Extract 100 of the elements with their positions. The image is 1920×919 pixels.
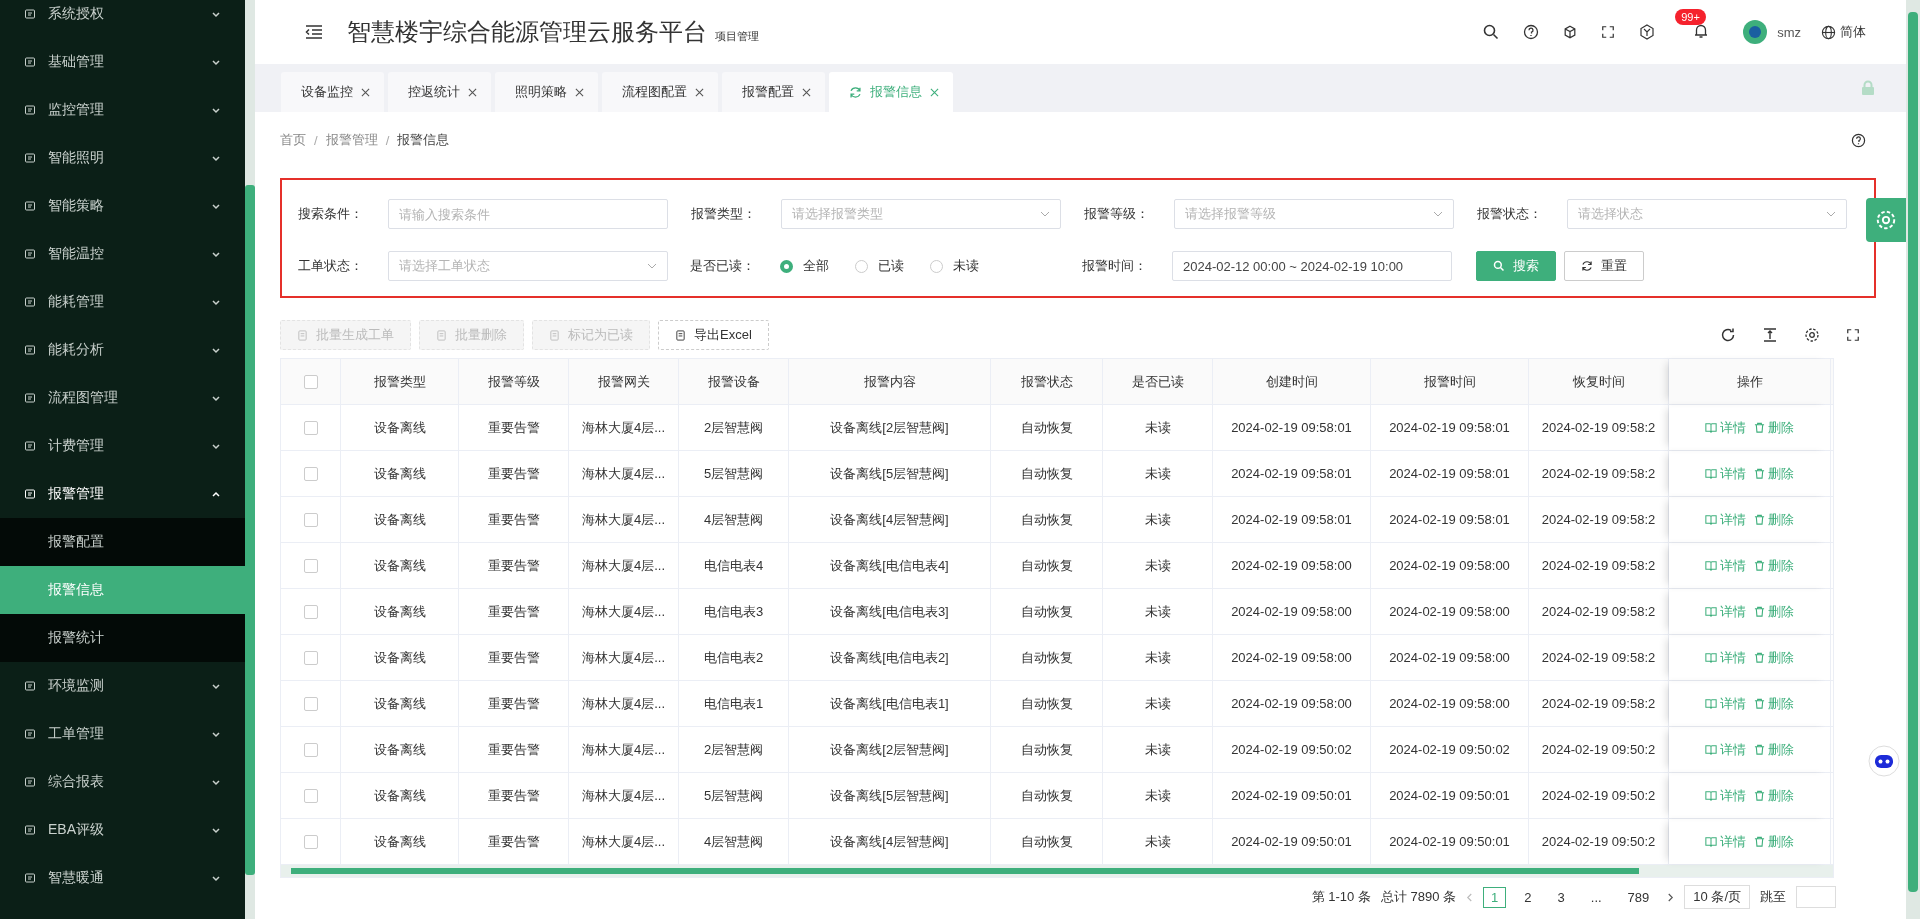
radio-option[interactable]: 已读 [855,257,904,275]
search-icon[interactable] [1483,24,1500,40]
page-button[interactable]: ... [1582,886,1610,908]
close-icon[interactable] [802,87,811,97]
trash-icon [1754,652,1765,663]
fullscreen-icon[interactable] [1846,328,1860,342]
page-button[interactable]: 789 [1619,886,1658,908]
cube-icon[interactable] [1563,25,1578,39]
menu-icon [24,104,36,116]
tab[interactable]: 设备监控 [281,72,384,112]
chat-robot-icon[interactable] [1868,745,1900,777]
menu-item[interactable]: 工单管理 [0,710,245,758]
row-checkbox[interactable] [303,512,318,527]
menu-item[interactable]: 智能温控 [0,230,245,278]
menu-item[interactable]: 智能照明 [0,134,245,182]
close-icon[interactable] [361,87,370,97]
menu-item[interactable]: 综合报表 [0,758,245,806]
select-all-checkbox[interactable] [303,374,318,389]
avatar-icon[interactable] [1743,20,1768,44]
menu-item[interactable]: 报警管理 [0,470,245,518]
menu-item[interactable]: EBA评级 [0,806,245,854]
row-checkbox[interactable] [303,420,318,435]
hexagon-icon[interactable] [1639,24,1656,40]
submenu-item[interactable]: 报警统计 [0,614,245,662]
page-button[interactable]: 3 [1549,886,1573,908]
menu-item[interactable]: 流程图管理 [0,374,245,422]
breadcrumb-link[interactable]: 报警管理 [325,131,378,149]
table-cell: 2024-02-19 09:58:00 [1213,635,1371,680]
radio-option[interactable]: 全部 [780,257,829,275]
user-name[interactable]: smz [1777,24,1801,40]
refresh-icon[interactable] [1720,327,1736,343]
language-label[interactable]: 简体 [1840,23,1866,41]
column-header: 报警类型 [341,359,459,404]
table-cell: 4层智慧阀 [679,819,789,864]
menu-item[interactable]: 基础管理 [0,38,245,86]
page-size-select[interactable]: 10 条/页 [1684,885,1750,909]
settings-icon[interactable] [1804,327,1820,343]
help-icon[interactable] [1523,24,1540,40]
table-cell: 重要告警 [459,405,569,450]
menu-item[interactable]: 智慧暖通 [0,854,245,902]
menu-item[interactable]: 智能策略 [0,182,245,230]
sidebar-scrollbar[interactable] [245,0,255,919]
page-scrollbar[interactable] [1906,0,1920,919]
search-field[interactable]: 请输入搜索条件 [388,199,668,229]
toolbar-button[interactable]: 导出Excel [658,320,769,350]
table-cell: 设备离线 [341,543,459,588]
menu-item[interactable]: 能耗分析 [0,326,245,374]
row-checkbox[interactable] [303,834,318,849]
radio-option[interactable]: 未读 [930,257,979,275]
chevron-icon [211,777,221,787]
menu-item[interactable]: 能耗管理 [0,278,245,326]
reset-button[interactable]: 重置 [1564,251,1644,281]
table-cell: 未读 [1103,819,1213,864]
menu-item[interactable]: 计费管理 [0,422,245,470]
table-cell: 未读 [1103,635,1213,680]
menu-item[interactable]: 系统授权 [0,0,245,38]
breadcrumb-link[interactable]: 首页 [280,131,306,149]
submenu-item[interactable]: 报警配置 [0,518,245,566]
table-cell: 设备离线[电信电表1] [789,681,991,726]
menu-icon [24,248,36,260]
close-icon[interactable] [695,87,704,97]
help-icon[interactable] [1851,132,1866,148]
row-checkbox[interactable] [303,742,318,757]
tab[interactable]: 照明策略 [495,72,598,112]
trash-icon [1754,606,1765,617]
menu-item[interactable]: 环境监测 [0,662,245,710]
close-icon[interactable] [468,87,477,97]
fullscreen-icon[interactable] [1601,25,1616,39]
horizontal-scrollbar[interactable] [281,865,1833,877]
page-button[interactable]: 2 [1516,886,1540,908]
tab[interactable]: 控返统计 [388,72,491,112]
date-range-field[interactable]: 2024-02-12 00:00 ~ 2024-02-19 10:00 [1172,251,1452,281]
table-cell: 自动恢复 [991,589,1103,634]
tab[interactable]: 流程图配置 [602,72,718,112]
field-label: 报警等级： [1083,205,1150,223]
table-cell: 海林大厦4层... [569,727,679,772]
table-cell: 自动恢复 [991,727,1103,772]
globe-icon[interactable] [1821,24,1836,40]
settings-button[interactable] [1866,198,1906,242]
tab[interactable]: 报警配置 [722,72,825,112]
chevron-icon [211,441,221,451]
row-checkbox[interactable] [303,558,318,573]
menu-item[interactable]: 监控管理 [0,86,245,134]
book-icon [1705,698,1717,709]
field-label: 报警类型： [690,205,757,223]
jump-field[interactable] [1796,886,1836,908]
table-cell: 重要告警 [459,635,569,680]
row-checkbox[interactable] [303,650,318,665]
menu-icon[interactable] [305,25,323,39]
close-icon[interactable] [930,87,939,97]
table-cell: 4层智慧阀 [679,497,789,542]
row-checkbox[interactable] [303,604,318,619]
row-checkbox[interactable] [303,466,318,481]
row-checkbox[interactable] [303,788,318,803]
row-height-icon[interactable] [1762,327,1778,343]
table-cell: 设备离线 [341,819,459,864]
close-icon[interactable] [575,87,584,97]
row-checkbox[interactable] [303,696,318,711]
bell-icon[interactable] [1693,22,1710,39]
trash-icon [1754,422,1765,433]
